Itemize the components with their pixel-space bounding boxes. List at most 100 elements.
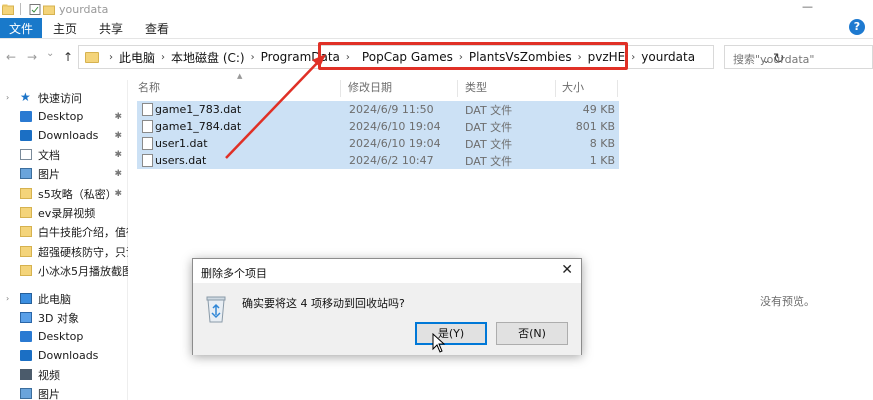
dialog-title: 删除多个项目 <box>201 267 267 280</box>
breadcrumb-local-disk[interactable]: 本地磁盘 (C:) <box>171 49 245 66</box>
sidebar-item-3d-objects[interactable]: 3D 对象 <box>0 308 128 327</box>
sidebar-item-downloads[interactable]: Downloads <box>0 346 128 365</box>
folder-icon <box>20 188 32 199</box>
expand-icon[interactable]: › <box>6 93 16 102</box>
path-highlight-annotation <box>318 42 628 70</box>
recycle-bin-icon <box>206 296 226 323</box>
star-icon: ★ <box>20 89 31 104</box>
dialog-message: 确实要将这 4 项移动到回收站吗? <box>242 297 405 310</box>
sidebar-item-documents[interactable]: 文档 ✱ <box>0 145 128 164</box>
file-type: DAT 文件 <box>465 103 513 117</box>
sidebar-item-label: 文档 <box>38 148 60 162</box>
sidebar-item-desktop[interactable]: Desktop ✱ <box>0 107 128 126</box>
sidebar-item-downloads[interactable]: Downloads ✱ <box>0 126 128 145</box>
pin-icon: ✱ <box>114 111 122 122</box>
sidebar-item-folder[interactable]: 小冰冰5月播放截图 <box>0 261 128 280</box>
sidebar-item-pictures[interactable]: 图片 <box>0 384 128 400</box>
tab-file[interactable]: 文件 <box>0 18 43 38</box>
column-divider[interactable] <box>617 80 618 97</box>
3d-objects-icon <box>20 312 32 323</box>
help-icon[interactable]: ? <box>849 19 865 35</box>
file-icon <box>142 154 153 167</box>
file-name: game1_783.dat <box>155 103 242 116</box>
file-row[interactable]: game1_783.dat 2024/6/9 11:50 DAT 文件 49 K… <box>137 101 619 118</box>
up-button[interactable]: ↑ <box>63 50 73 64</box>
folder-icon <box>20 226 32 237</box>
ribbon-tabs: 文件 主页 共享 查看 ? <box>0 18 873 39</box>
sidebar-item-label: 白牛技能介绍，值得 <box>38 225 128 239</box>
expand-icon[interactable]: › <box>6 294 16 303</box>
recent-locations-button[interactable]: ⌄ <box>46 48 54 59</box>
file-size: 801 KB <box>575 120 615 133</box>
pin-icon: ✱ <box>114 149 122 160</box>
column-header-name[interactable]: 名称 <box>138 79 160 95</box>
sidebar-item-label: 视频 <box>38 368 60 382</box>
no-button[interactable]: 否(N) <box>496 322 568 345</box>
forward-button[interactable]: → <box>27 50 37 64</box>
sidebar-item-label: Desktop <box>38 110 84 123</box>
new-folder-icon[interactable] <box>43 4 55 15</box>
properties-icon[interactable] <box>29 3 41 15</box>
mouse-cursor-icon <box>432 333 446 353</box>
file-row[interactable]: user1.dat 2024/6/10 19:04 DAT 文件 8 KB <box>137 135 619 152</box>
folder-icon <box>85 51 99 63</box>
sidebar-item-pictures[interactable]: 图片 ✱ <box>0 164 128 183</box>
column-header-type[interactable]: 类型 <box>465 79 487 95</box>
downloads-icon <box>20 350 32 361</box>
tab-share[interactable]: 共享 <box>88 18 134 38</box>
sidebar-item-label: s5攻略（私密） <box>38 187 117 201</box>
sort-ascending-icon: ▲ <box>237 72 243 80</box>
breadcrumb-this-pc[interactable]: 此电脑 <box>119 49 155 66</box>
sidebar-item-this-pc[interactable]: › 此电脑 <box>0 289 128 308</box>
file-date: 2024/6/10 19:04 <box>349 120 441 133</box>
videos-icon <box>20 369 32 380</box>
sidebar-item-label: 此电脑 <box>38 292 71 306</box>
sidebar-item-label: Desktop <box>38 330 84 343</box>
column-header-date[interactable]: 修改日期 <box>348 79 392 95</box>
sidebar-item-folder[interactable]: 超强硬核防守，只讲 <box>0 242 128 261</box>
sidebar-item-label: 超强硬核防守，只讲 <box>38 245 128 259</box>
file-name: game1_784.dat <box>155 120 242 133</box>
tab-home[interactable]: 主页 <box>42 18 88 38</box>
folder-icon <box>20 265 32 276</box>
close-icon[interactable]: ✕ <box>561 262 573 278</box>
breadcrumb-separator: › <box>631 51 636 63</box>
file-row[interactable]: users.dat 2024/6/2 10:47 DAT 文件 1 KB <box>137 152 619 169</box>
sidebar-item-label: 图片 <box>38 167 60 181</box>
file-size: 1 KB <box>589 154 615 167</box>
sidebar-item-videos[interactable]: 视频 <box>0 365 128 384</box>
breadcrumb-yourdata[interactable]: yourdata <box>641 50 695 64</box>
title-bar: yourdata — <box>0 0 873 18</box>
column-header-size[interactable]: 大小 <box>562 79 584 95</box>
sidebar-item-desktop[interactable]: Desktop <box>0 327 128 346</box>
sidebar-item-label: 3D 对象 <box>38 311 79 325</box>
pin-icon: ✱ <box>114 130 122 141</box>
file-name: user1.dat <box>155 137 208 150</box>
file-row[interactable]: game1_784.dat 2024/6/10 19:04 DAT 文件 801… <box>137 118 619 135</box>
tab-view[interactable]: 查看 <box>134 18 180 38</box>
dialog-body: 确实要将这 4 项移动到回收站吗? 是(Y) 否(N) <box>193 283 581 355</box>
column-divider[interactable] <box>340 80 341 97</box>
pictures-icon <box>20 168 32 179</box>
sidebar-item-s5-guide[interactable]: s5攻略（私密） ✱ <box>0 184 128 203</box>
minimize-button[interactable]: — <box>802 0 813 13</box>
sidebar-item-quick-access[interactable]: › ★ 快速访问 <box>0 88 128 107</box>
this-pc-icon <box>20 293 32 304</box>
sidebar-item-folder[interactable]: 白牛技能介绍，值得 <box>0 222 128 241</box>
pin-icon: ✱ <box>114 168 122 179</box>
file-type: DAT 文件 <box>465 120 513 134</box>
yes-button[interactable]: 是(Y) <box>415 322 487 345</box>
search-input[interactable]: 搜索"yourdata" <box>724 45 873 69</box>
file-icon <box>142 137 153 150</box>
window-title: yourdata <box>59 2 109 16</box>
column-divider[interactable] <box>555 80 556 97</box>
column-divider[interactable] <box>457 80 458 97</box>
file-type: DAT 文件 <box>465 154 513 168</box>
back-button[interactable]: ← <box>6 50 16 64</box>
sidebar-item-ev-recordings[interactable]: ev录屏视频 <box>0 203 128 222</box>
pictures-icon <box>20 388 32 399</box>
breadcrumb-separator: › <box>109 51 113 63</box>
navigation-pane: › ★ 快速访问 Desktop ✱ Downloads ✱ 文档 ✱ 图片 ✱… <box>0 80 128 400</box>
folder-icon <box>20 207 32 218</box>
sidebar-item-label: 快速访问 <box>38 91 82 105</box>
